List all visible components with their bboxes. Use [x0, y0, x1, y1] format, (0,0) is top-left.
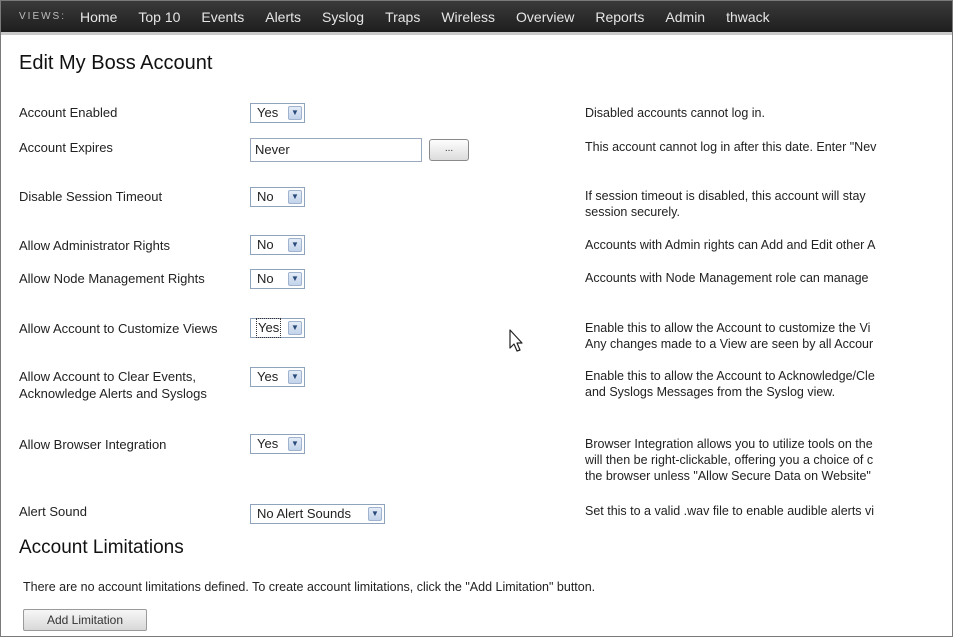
alert-sound-desc: Set this to a valid .wav file to enable …	[585, 503, 874, 519]
clear-events-desc: Enable this to allow the Account to Ackn…	[585, 368, 875, 400]
alert-sound-value: No Alert Sounds	[257, 506, 351, 521]
nav-syslog[interactable]: Syslog	[322, 9, 364, 25]
chevron-down-icon[interactable]: ▼	[288, 437, 302, 451]
nav-alerts[interactable]: Alerts	[265, 9, 301, 25]
desc-line: and Syslogs Messages from the Syslog vie…	[585, 385, 836, 399]
chevron-down-icon[interactable]: ▼	[288, 370, 302, 384]
desc-line: Accounts with Node Management role can m…	[585, 271, 869, 285]
chevron-down-icon[interactable]: ▼	[288, 272, 302, 286]
account-expires-field[interactable]: Never	[250, 138, 422, 162]
desc-line: will then be right-clickable, offering y…	[585, 453, 874, 467]
chevron-down-icon[interactable]: ▼	[368, 507, 382, 521]
chevron-down-icon[interactable]: ▼	[288, 238, 302, 252]
limitations-note: There are no account limitations defined…	[23, 580, 596, 594]
disable-session-timeout-desc: If session timeout is disabled, this acc…	[585, 188, 866, 220]
views-nav-bar: VIEWS: Home Top 10 Events Alerts Syslog …	[1, 1, 952, 35]
browser-integration-label: Allow Browser Integration	[19, 437, 167, 452]
desc-line: session securely.	[585, 205, 680, 219]
customize-views-value: Yes	[255, 318, 282, 338]
clear-events-select[interactable]: Yes ▼	[250, 367, 305, 387]
desc-line: This account cannot log in after this da…	[585, 140, 877, 154]
browser-integration-select[interactable]: Yes ▼	[250, 434, 305, 454]
desc-line: the browser unless "Allow Secure Data on…	[585, 469, 871, 483]
customize-views-label: Allow Account to Customize Views	[19, 321, 218, 336]
views-label: VIEWS:	[19, 11, 67, 22]
clear-events-value: Yes	[257, 369, 279, 384]
desc-line: Browser Integration allows you to utiliz…	[585, 437, 873, 451]
node-management-select[interactable]: No ▼	[250, 269, 305, 289]
account-enabled-select[interactable]: Yes ▼	[250, 103, 305, 123]
nav-thwack[interactable]: thwack	[726, 9, 770, 25]
account-expires-desc: This account cannot log in after this da…	[585, 139, 876, 155]
nav-overview[interactable]: Overview	[516, 9, 574, 25]
account-enabled-desc: Disabled accounts cannot log in.	[585, 105, 765, 121]
nav-home[interactable]: Home	[80, 9, 117, 25]
chevron-down-icon[interactable]: ▼	[288, 190, 302, 204]
account-enabled-value: Yes	[257, 105, 279, 120]
nav-wireless[interactable]: Wireless	[441, 9, 495, 25]
nav-events[interactable]: Events	[201, 9, 244, 25]
clear-events-label: Allow Account to Clear Events, Acknowled…	[19, 369, 207, 401]
desc-line: Accounts with Admin rights can Add and E…	[585, 238, 876, 252]
desc-line: Any changes made to a View are seen by a…	[585, 337, 874, 351]
disable-session-timeout-value: No	[257, 189, 274, 204]
alert-sound-label: Alert Sound	[19, 504, 87, 519]
alert-sound-select[interactable]: No Alert Sounds ▼	[250, 504, 385, 524]
disable-session-timeout-label: Disable Session Timeout	[19, 189, 163, 204]
chevron-down-icon[interactable]: ▼	[288, 106, 302, 120]
node-management-value: No	[257, 271, 274, 286]
node-management-desc: Accounts with Node Management role can m…	[585, 270, 869, 286]
page-title: Edit My Boss Account	[19, 52, 213, 74]
desc-line: Set this to a valid .wav file to enable …	[585, 504, 875, 518]
nav-top-10[interactable]: Top 10	[138, 9, 180, 25]
customize-views-select[interactable]: Yes ▼	[250, 318, 305, 338]
add-limitation-button[interactable]: Add Limitation	[23, 609, 147, 631]
page-frame: VIEWS: Home Top 10 Events Alerts Syslog …	[0, 0, 953, 637]
desc-line: Disabled accounts cannot log in.	[585, 106, 765, 120]
account-enabled-label: Account Enabled	[19, 105, 118, 120]
nav-traps[interactable]: Traps	[385, 9, 420, 25]
admin-rights-desc: Accounts with Admin rights can Add and E…	[585, 237, 875, 253]
disable-session-timeout-select[interactable]: No ▼	[250, 187, 305, 207]
account-expires-label: Account Expires	[19, 140, 113, 155]
desc-line: Enable this to allow the Account to cust…	[585, 321, 871, 335]
nav-admin[interactable]: Admin	[665, 9, 705, 25]
desc-line: If session timeout is disabled, this acc…	[585, 189, 866, 203]
account-limitations-heading: Account Limitations	[19, 537, 184, 558]
desc-line: Enable this to allow the Account to Ackn…	[585, 369, 875, 383]
date-picker-button[interactable]: ...	[429, 139, 469, 161]
mouse-pointer-icon	[509, 329, 525, 358]
browser-integration-value: Yes	[257, 436, 279, 451]
admin-rights-select[interactable]: No ▼	[250, 235, 305, 255]
nav-reports[interactable]: Reports	[595, 9, 644, 25]
admin-rights-label: Allow Administrator Rights	[19, 238, 170, 253]
chevron-down-icon[interactable]: ▼	[288, 321, 302, 335]
browser-integration-desc: Browser Integration allows you to utiliz…	[585, 436, 873, 484]
node-management-label: Allow Node Management Rights	[19, 271, 205, 286]
customize-views-desc: Enable this to allow the Account to cust…	[585, 320, 873, 352]
admin-rights-value: No	[257, 237, 274, 252]
